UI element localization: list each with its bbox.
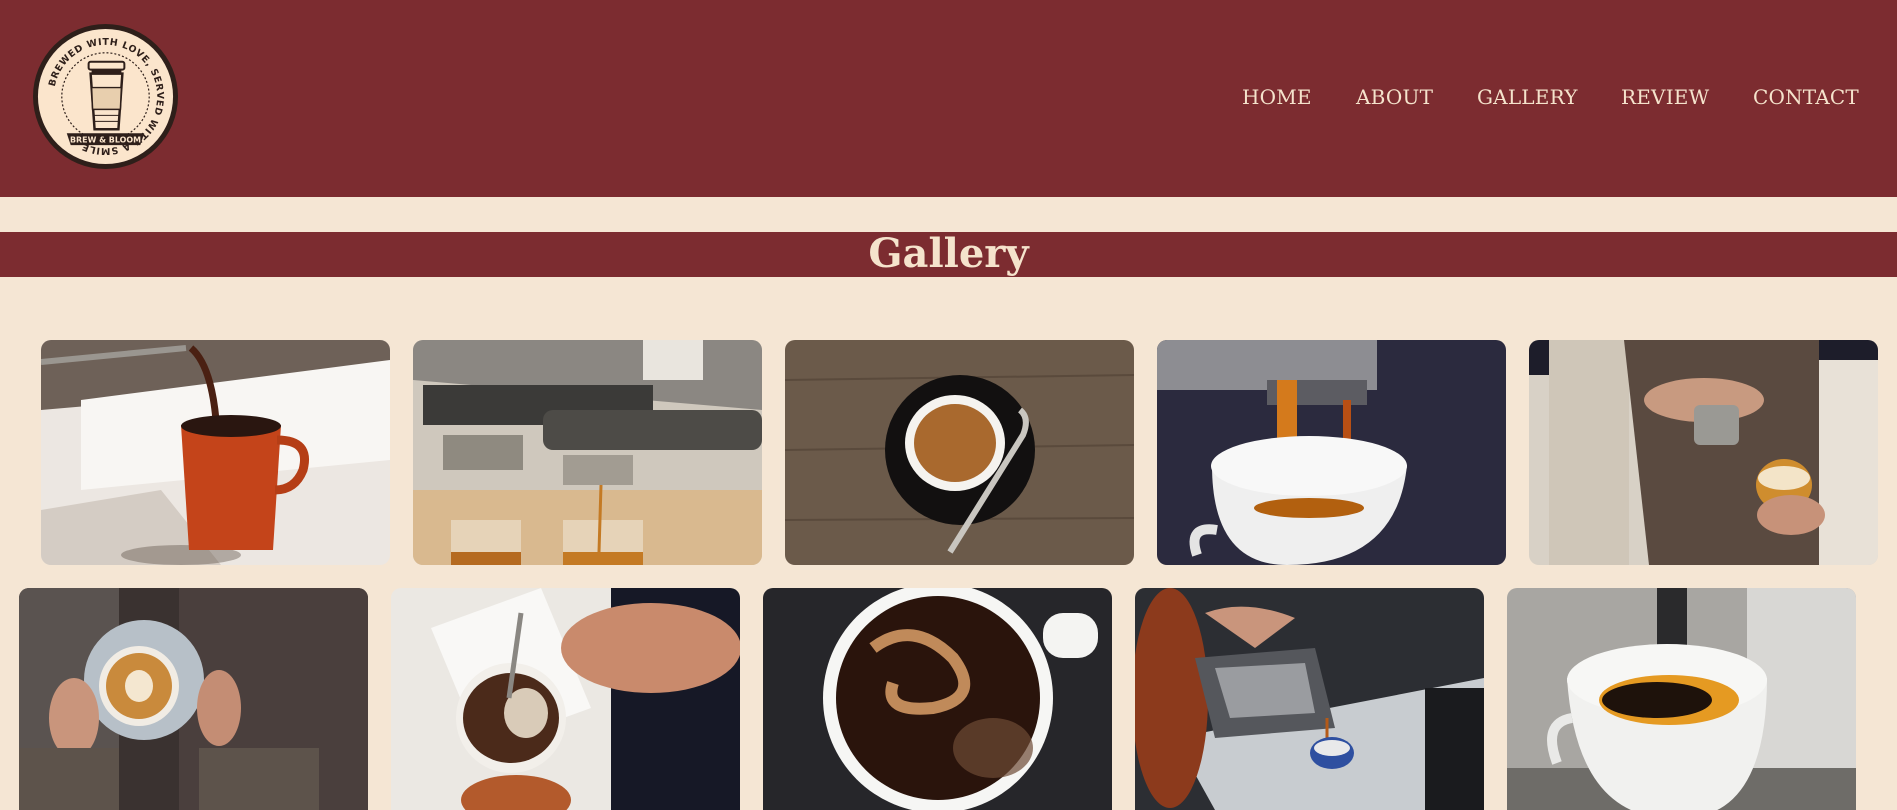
nav-contact[interactable]: CONTACT bbox=[1753, 85, 1859, 109]
gallery-photo-coffee-pour-orange-mug[interactable] bbox=[41, 340, 390, 565]
photo-icon bbox=[1529, 340, 1878, 565]
gallery-photo-espresso-shot-into-cup[interactable] bbox=[1507, 588, 1856, 810]
main-nav: HOME ABOUT GALLERY REVIEW CONTACT bbox=[0, 85, 1897, 115]
photo-icon bbox=[41, 340, 390, 565]
nav-home[interactable]: HOME bbox=[1242, 85, 1312, 109]
gallery-photo-pour-over-filter-brew[interactable] bbox=[391, 588, 740, 810]
gallery-photo-hands-holding-latte[interactable] bbox=[19, 588, 368, 810]
photo-icon bbox=[413, 340, 762, 565]
nav-about[interactable]: ABOUT bbox=[1356, 85, 1433, 109]
page-title: Gallery bbox=[868, 230, 1029, 277]
gallery-photo-barista-latte-art-pour[interactable] bbox=[1529, 340, 1878, 565]
photo-icon bbox=[763, 588, 1112, 810]
gallery-photo-espresso-machine-double-shot[interactable] bbox=[413, 340, 762, 565]
photo-icon bbox=[785, 340, 1134, 565]
gallery-photo-espresso-dripping-white-cup[interactable] bbox=[1157, 340, 1506, 565]
nav-review[interactable]: REVIEW bbox=[1621, 85, 1709, 109]
logo-banner-text: BREW & BLOOM bbox=[70, 136, 141, 145]
photo-icon bbox=[1507, 588, 1856, 810]
photo-icon bbox=[19, 588, 368, 810]
gallery-photo-black-coffee-swirl-top-view[interactable] bbox=[763, 588, 1112, 810]
nav-gallery[interactable]: GALLERY bbox=[1477, 85, 1578, 109]
site-header: BREWED WITH LOVE, SERVED WITH A SMILE BR… bbox=[0, 0, 1897, 197]
photo-icon bbox=[391, 588, 740, 810]
gallery-photo-french-press-pour-small-cup[interactable] bbox=[1135, 588, 1484, 810]
photo-icon bbox=[1157, 340, 1506, 565]
gallery-photo-espresso-cup-on-wooden-table[interactable] bbox=[785, 340, 1134, 565]
photo-icon bbox=[1135, 588, 1484, 810]
